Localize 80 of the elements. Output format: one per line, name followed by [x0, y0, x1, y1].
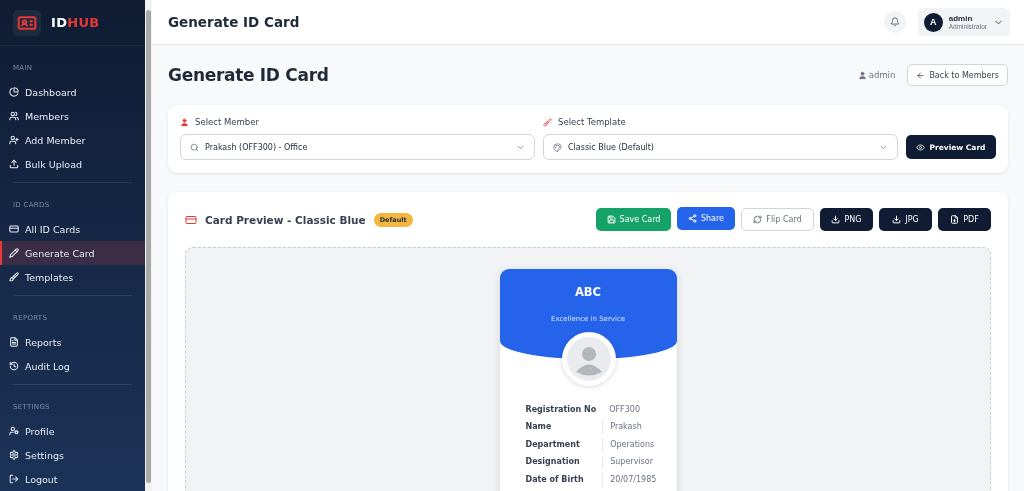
nav-label: Profile — [25, 425, 55, 437]
nav-item[interactable]: Bulk Upload — [0, 152, 145, 177]
organization-name: ABC — [574, 285, 602, 299]
action-button[interactable]: Flip Card — [741, 208, 814, 231]
field-label: Registration No — [525, 403, 598, 416]
file-icon — [950, 215, 960, 224]
bell-button[interactable] — [883, 11, 906, 33]
action-button[interactable]: PNG — [820, 208, 873, 231]
nav-label: Settings — [25, 449, 64, 461]
nav-label: All ID Cards — [25, 223, 81, 235]
current-user: admin — [857, 70, 896, 80]
download-icon — [831, 215, 841, 224]
search-icon — [190, 142, 199, 152]
nav-label: Add Member — [25, 134, 86, 146]
brush-icon — [543, 117, 552, 127]
nav-label: Members — [25, 110, 70, 122]
nav-label: Audit Log — [25, 360, 70, 372]
nav-item[interactable]: Settings — [0, 443, 145, 467]
nav-item[interactable]: Profile — [0, 419, 145, 443]
field-value: Prakash — [602, 420, 657, 433]
nav-label: Logout — [25, 473, 58, 485]
nav-item[interactable]: Add Member — [0, 128, 145, 153]
action-button[interactable]: PDF — [938, 208, 991, 231]
nav-item[interactable]: Logout — [0, 467, 145, 491]
template-select[interactable]: Classic Blue (Default) — [543, 134, 898, 160]
field-label: Date of Birth — [525, 473, 585, 486]
eye-icon — [916, 142, 926, 152]
field-label: Department — [525, 438, 581, 451]
card-icon — [185, 213, 197, 226]
save-icon — [606, 215, 616, 224]
action-button[interactable]: JPG — [879, 208, 932, 231]
field-label: Select Template — [558, 117, 626, 127]
action-button[interactable]: Share — [677, 206, 735, 230]
nav-item[interactable]: Reports — [0, 330, 145, 355]
nav-item[interactable]: Dashboard — [0, 80, 145, 105]
user-icon — [180, 117, 189, 127]
field-label: Designation — [525, 456, 581, 468]
nav-item[interactable]: Audit Log — [0, 354, 145, 379]
field-value: Supervisor — [602, 455, 657, 468]
logo-icon — [13, 9, 41, 36]
user-icon — [857, 70, 867, 80]
field-value: 20/07/1985 — [602, 473, 657, 486]
nav-label: Templates — [25, 271, 74, 283]
bell-icon — [889, 17, 900, 27]
logout-icon — [9, 474, 19, 484]
download-icon — [892, 215, 902, 224]
history-icon — [9, 361, 19, 372]
page-title: Generate ID Card — [168, 65, 330, 85]
scrollbar[interactable] — [145, 0, 152, 491]
user-gear-icon — [9, 426, 19, 436]
user-plus-icon — [9, 135, 19, 146]
nav-item[interactable]: All ID Cards — [0, 217, 145, 242]
users-icon — [9, 111, 19, 122]
field-label: Select Member — [195, 117, 259, 127]
pencil-icon — [9, 248, 19, 259]
chart-icon — [9, 87, 19, 98]
header-title: Generate ID Card — [168, 14, 301, 30]
field-value: OFF300 — [608, 403, 641, 416]
nav-item[interactable]: Templates — [0, 265, 145, 290]
document-icon — [9, 337, 19, 348]
field-label: Name — [525, 421, 553, 433]
share-icon — [687, 213, 697, 223]
palette-icon — [553, 142, 562, 152]
nav-item[interactable]: Generate Card — [0, 241, 145, 266]
back-button[interactable]: Back to Members — [907, 64, 1008, 86]
nav-item[interactable]: Members — [0, 104, 145, 129]
card-icon — [9, 224, 19, 235]
preview-title: Card Preview - Classic Blue — [205, 213, 366, 226]
upload-icon — [9, 159, 19, 170]
nav-label: Generate Card — [25, 247, 95, 259]
member-select[interactable]: Prakash (OFF300) - Office — [180, 134, 535, 160]
nav-label: Reports — [25, 336, 62, 348]
field-value: Operations — [602, 438, 657, 451]
nav-label: Bulk Upload — [25, 158, 82, 170]
arrow-left-icon — [916, 70, 926, 80]
brand-name: IDHUB — [51, 15, 100, 31]
brush-icon — [9, 272, 19, 283]
gear-icon — [9, 450, 19, 460]
nav-label: Dashboard — [25, 86, 77, 98]
refresh-icon — [753, 215, 763, 224]
